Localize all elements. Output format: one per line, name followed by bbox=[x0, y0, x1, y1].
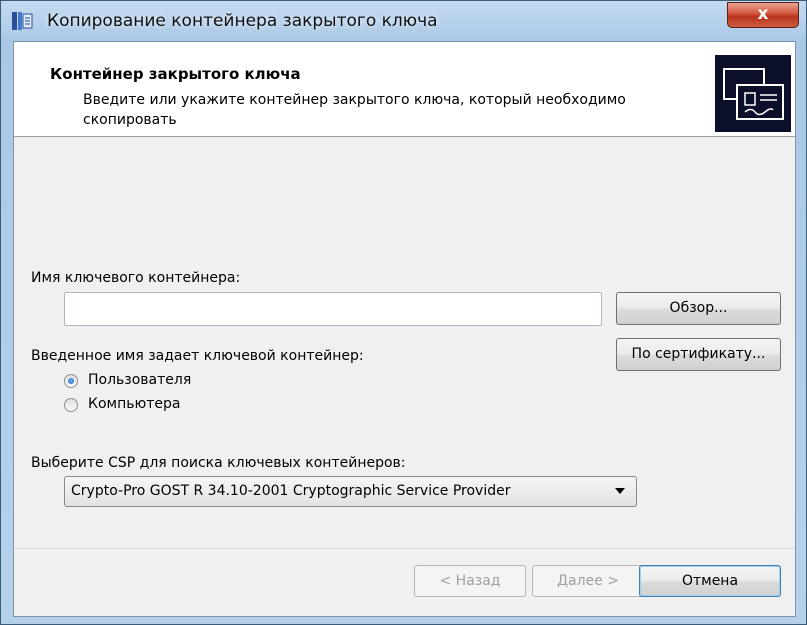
browse-button[interactable]: Обзор... bbox=[616, 292, 781, 325]
close-icon: x bbox=[757, 4, 769, 24]
next-button[interactable]: Далее > bbox=[532, 565, 644, 597]
cryptopro-app-icon bbox=[12, 12, 33, 30]
radio-computer[interactable]: Компьютера bbox=[64, 396, 264, 416]
certificate-icon bbox=[715, 55, 791, 132]
container-name-label: Имя ключевого контейнера: bbox=[31, 270, 241, 286]
page-subtitle: Введите или укажите контейнер закрытого … bbox=[83, 92, 626, 128]
radio-button-checked[interactable] bbox=[64, 374, 78, 388]
back-button[interactable]: < Назад bbox=[414, 565, 526, 597]
csp-selected-value: Crypto-Pro GOST R 34.10-2001 Cryptograph… bbox=[71, 483, 511, 499]
wizard-header: Контейнер закрытого ключа Введите или ук… bbox=[14, 42, 795, 137]
by-certificate-button[interactable]: По сертификату... bbox=[616, 338, 781, 371]
cancel-button[interactable]: Отмена bbox=[639, 565, 781, 597]
window-title: Копирование контейнера закрытого ключа bbox=[47, 11, 438, 31]
csp-select[interactable]: Crypto-Pro GOST R 34.10-2001 Cryptograph… bbox=[64, 476, 637, 507]
title-bar[interactable]: Копирование контейнера закрытого ключа x bbox=[1, 1, 806, 41]
radio-user-label: Пользователя bbox=[88, 372, 192, 388]
dropdown-arrow-icon[interactable] bbox=[615, 488, 625, 494]
dialog-client-area: Контейнер закрытого ключа Введите или ук… bbox=[13, 41, 796, 617]
csp-label: Выберите CSP для поиска ключевых контейн… bbox=[31, 455, 406, 471]
close-button[interactable]: x bbox=[727, 2, 799, 28]
radio-button-unchecked[interactable] bbox=[64, 398, 78, 412]
radio-user[interactable]: Пользователя bbox=[64, 372, 264, 392]
dialog-window: Копирование контейнера закрытого ключа x… bbox=[0, 0, 807, 625]
radio-computer-label: Компьютера bbox=[88, 396, 181, 412]
footer-separator bbox=[14, 548, 795, 549]
scope-label: Введенное имя задает ключевой контейнер: bbox=[31, 348, 364, 364]
page-title: Контейнер закрытого ключа bbox=[50, 65, 301, 83]
container-name-input[interactable] bbox=[64, 292, 602, 326]
